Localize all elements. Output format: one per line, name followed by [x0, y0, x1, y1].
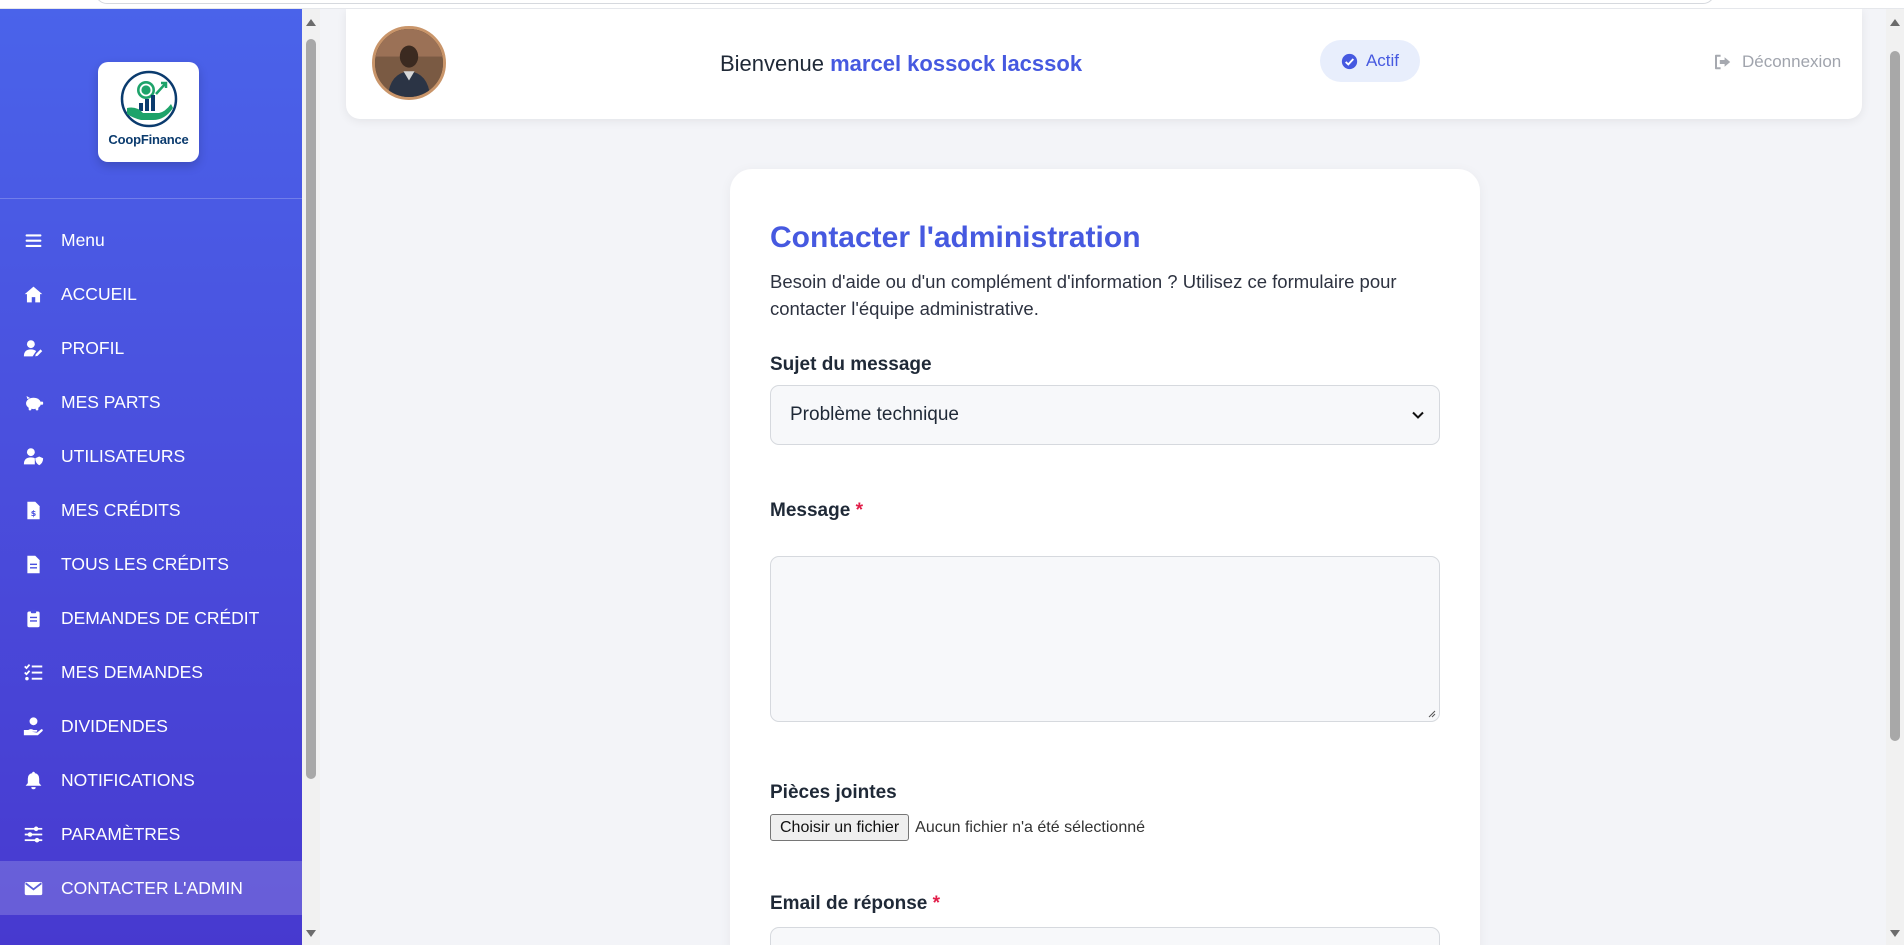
sidebar-item-label: MES DEMANDES — [61, 661, 203, 682]
scrollbar-thumb[interactable] — [306, 39, 316, 779]
sidebar-item-mes-credits[interactable]: $ MES CRÉDITS — [0, 483, 302, 537]
file-invoice-dollar-icon: $ — [20, 499, 46, 521]
address-bar[interactable] — [95, 0, 1715, 4]
home-icon — [20, 283, 46, 305]
sidebar: CoopFinance Menu ACCUEIL PROFIL MES PART… — [0, 9, 302, 945]
status-text: Actif — [1365, 51, 1400, 70]
sidebar-item-parametres[interactable]: PARAMÈTRES — [0, 807, 302, 861]
app-logo[interactable]: CoopFinance — [98, 62, 199, 162]
message-label-text: Message — [770, 500, 851, 521]
sidebar-item-accueil[interactable]: ACCUEIL — [0, 267, 302, 321]
bars-icon — [20, 229, 46, 251]
sidebar-item-dividendes[interactable]: DIVIDENDES — [0, 699, 302, 753]
sidebar-item-label: CONTACTER L'ADMIN — [61, 877, 243, 898]
logout-label: Déconnexion — [1742, 52, 1842, 71]
sidebar-item-mes-demandes[interactable]: MES DEMANDES — [0, 645, 302, 699]
top-header: Bienvenue marcel kossock lacssok Actif D… — [346, 9, 1862, 119]
sidebar-item-label: PROFIL — [61, 337, 125, 358]
sidebar-item-menu[interactable]: Menu — [0, 213, 302, 267]
file-icon — [20, 553, 46, 575]
hand-holding-dollar-icon — [20, 715, 46, 737]
sidebar-item-label: TOUS LES CRÉDITS — [61, 553, 229, 574]
welcome-message: Bienvenue marcel kossock lacssok — [720, 51, 1082, 77]
sidebar-item-demandes-de-credit[interactable]: DEMANDES DE CRÉDIT — [0, 591, 302, 645]
form-intro: Besoin d'aide ou d'un complément d'infor… — [770, 271, 1397, 319]
sidebar-item-label: MES CRÉDITS — [61, 499, 181, 520]
sidebar-item-label: ACCUEIL — [61, 283, 137, 304]
sidebar-item-label: DIVIDENDES — [61, 715, 168, 736]
sidebar-item-profil[interactable]: PROFIL — [0, 321, 302, 375]
scroll-down-arrow-icon[interactable] — [1890, 930, 1900, 937]
sidebar-item-mes-parts[interactable]: MES PARTS — [0, 375, 302, 429]
sidebar-item-utilisateurs[interactable]: UTILISATEURS — [0, 429, 302, 483]
file-status-text: Aucun fichier n'a été sélectionné — [915, 818, 1146, 836]
subject-selected-value: Problème technique — [790, 404, 959, 425]
clipboard-icon — [20, 607, 46, 629]
scroll-up-arrow-icon[interactable] — [1890, 19, 1900, 26]
user-edit-icon — [20, 337, 46, 359]
reply-email-input[interactable] — [770, 927, 1440, 945]
sidebar-item-contacter-admin[interactable]: CONTACTER L'ADMIN — [0, 861, 302, 915]
sidebar-item-label: Menu — [61, 229, 105, 250]
choose-file-button[interactable]: Choisir un fichier — [770, 814, 910, 841]
envelope-icon — [20, 877, 46, 899]
user-name: marcel kossock lacssok — [830, 51, 1083, 76]
required-asterisk: * — [932, 893, 941, 914]
page-scrollbar[interactable] — [1886, 9, 1904, 945]
message-label: Message * — [770, 500, 1440, 522]
required-asterisk: * — [855, 500, 863, 521]
scrollbar-thumb[interactable] — [1890, 51, 1900, 741]
scroll-down-arrow-icon[interactable] — [306, 930, 316, 937]
attachments-label: Pièces jointes — [770, 782, 897, 803]
page-title: Contacter l'administration — [770, 221, 1141, 254]
logout-button[interactable]: Déconnexion — [1714, 52, 1841, 72]
sidebar-item-label: DEMANDES DE CRÉDIT — [61, 607, 260, 628]
file-input: Choisir un fichier Aucun fichier n'a été… — [770, 814, 1440, 841]
sign-out-icon — [1715, 54, 1731, 70]
bell-icon — [20, 769, 46, 791]
sidebar-nav: Menu ACCUEIL PROFIL MES PARTS UTILISATEU… — [0, 199, 302, 915]
status-badge: Actif — [1320, 40, 1420, 82]
user-shield-icon — [20, 445, 46, 467]
logo-area: CoopFinance — [0, 9, 302, 199]
subject-label: Sujet du message — [770, 354, 932, 375]
sliders-icon — [20, 823, 46, 845]
scroll-up-arrow-icon[interactable] — [306, 19, 316, 26]
contact-form-card: Contacter l'administration Besoin d'aide… — [730, 169, 1480, 945]
piggy-bank-icon — [20, 391, 46, 413]
sidebar-item-tous-les-credits[interactable]: TOUS LES CRÉDITS — [0, 537, 302, 591]
sidebar-item-label: MES PARTS — [61, 391, 161, 412]
browser-top-bar — [0, 0, 1904, 9]
sidebar-item-label: NOTIFICATIONS — [61, 769, 195, 790]
sidebar-scrollbar[interactable] — [302, 9, 320, 945]
logo-text: CoopFinance — [108, 132, 189, 147]
resize-grip-icon[interactable] — [1427, 709, 1436, 718]
svg-text:$: $ — [30, 508, 35, 517]
avatar[interactable] — [372, 26, 446, 100]
sidebar-item-label: UTILISATEURS — [61, 445, 186, 466]
list-check-icon — [20, 661, 46, 683]
reply-email-label-text: Email de réponse — [770, 893, 928, 914]
sidebar-item-label: PARAMÈTRES — [61, 823, 181, 844]
sidebar-item-notifications[interactable]: NOTIFICATIONS — [0, 753, 302, 807]
subject-select[interactable]: Problème technique — [770, 385, 1440, 445]
check-circle-icon — [1341, 53, 1358, 69]
main-content: Bienvenue marcel kossock lacssok Actif D… — [320, 9, 1886, 945]
user-photo-icon — [375, 29, 443, 97]
chevron-down-icon — [1412, 411, 1424, 419]
coopfinance-logo-icon — [120, 70, 177, 128]
message-textarea[interactable] — [770, 556, 1440, 722]
welcome-prefix: Bienvenue — [720, 51, 824, 76]
reply-email-label: Email de réponse * — [770, 893, 1440, 915]
